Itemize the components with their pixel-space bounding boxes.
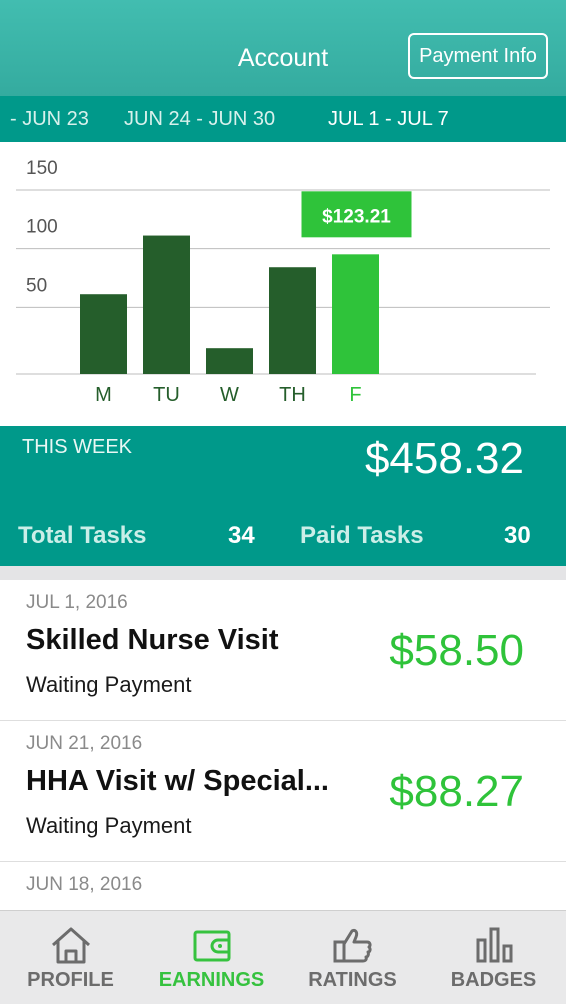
- task-date: JUN 21, 2016: [26, 733, 143, 754]
- task-item[interactable]: JUN 21, 2016 HHA Visit w/ Special... Wai…: [0, 721, 566, 862]
- this-week-label: THIS WEEK: [22, 436, 133, 458]
- total-tasks-label: Total Tasks: [18, 522, 147, 549]
- this-week-amount: $458.32: [364, 434, 524, 483]
- value-tooltip-text: $123.21: [322, 206, 391, 227]
- earnings-chart: 50 100 150 M TU W TH F $123.21: [0, 142, 566, 426]
- y-tick-label: 150: [26, 158, 58, 179]
- x-tick-label: F: [349, 384, 361, 406]
- payment-info-button[interactable]: Payment Info: [408, 33, 548, 79]
- task-title: HHA Visit w/ Special...: [26, 765, 329, 797]
- tab-label: BADGES: [450, 969, 537, 991]
- week-selector: - JUN 23 JUN 24 - JUN 30 JUL 1 - JUL 7: [0, 96, 566, 142]
- tab-label: RATINGS: [308, 969, 397, 991]
- y-tick-label: 50: [26, 275, 47, 296]
- x-tick-label: TH: [279, 384, 306, 406]
- bar-tu: [143, 235, 190, 374]
- bar-th: [269, 267, 316, 374]
- task-amount: $58.50: [389, 626, 524, 675]
- task-item[interactable]: JUN 18, 2016: [0, 862, 566, 910]
- app-header: Account Payment Info: [0, 0, 566, 96]
- week-tab-jun-17-23[interactable]: - JUN 23: [10, 108, 89, 131]
- earnings-bar-chart: 50 100 150 M TU W TH F $123.21: [16, 158, 550, 406]
- week-tab-jun-24-30[interactable]: JUN 24 - JUN 30: [124, 108, 275, 131]
- tab-label: PROFILE: [27, 969, 114, 991]
- week-tab-jul-1-7[interactable]: JUL 1 - JUL 7: [328, 108, 449, 131]
- paid-tasks-label: Paid Tasks: [300, 522, 424, 549]
- tab-earnings[interactable]: EARNINGS: [141, 911, 282, 1005]
- task-title: Skilled Nurse Visit: [26, 624, 279, 656]
- bar-f: [332, 254, 379, 374]
- task-item[interactable]: JUL 1, 2016 Skilled Nurse Visit Waiting …: [0, 580, 566, 721]
- bar-m: [80, 294, 127, 374]
- thumbs-up-icon: [333, 928, 372, 963]
- total-tasks-value: 34: [228, 522, 255, 549]
- bottom-tab-bar: PROFILE EARNINGS RATINGS BADGES: [0, 910, 566, 1004]
- task-amount: $88.27: [389, 767, 524, 816]
- x-tick-label: TU: [153, 384, 180, 406]
- task-list: JUL 1, 2016 Skilled Nurse Visit Waiting …: [0, 580, 566, 910]
- week-summary: THIS WEEK $458.32 Total Tasks 34 Paid Ta…: [0, 426, 566, 566]
- section-divider: [0, 566, 566, 580]
- task-status: Waiting Payment: [26, 813, 192, 838]
- bar-chart-icon: [476, 927, 512, 963]
- x-tick-label: M: [95, 384, 112, 406]
- tab-badges[interactable]: BADGES: [423, 911, 564, 1005]
- x-tick-label: W: [220, 384, 239, 406]
- home-icon: [51, 927, 90, 964]
- bar-w: [206, 348, 253, 374]
- y-tick-label: 100: [26, 217, 58, 238]
- task-status: Waiting Payment: [26, 672, 192, 697]
- tab-profile[interactable]: PROFILE: [0, 911, 141, 1005]
- wallet-icon: [193, 930, 230, 962]
- task-date: JUN 18, 2016: [26, 874, 143, 895]
- paid-tasks-value: 30: [504, 522, 531, 549]
- tab-label: EARNINGS: [158, 969, 265, 991]
- tab-ratings[interactable]: RATINGS: [282, 911, 423, 1005]
- task-date: JUL 1, 2016: [26, 592, 128, 613]
